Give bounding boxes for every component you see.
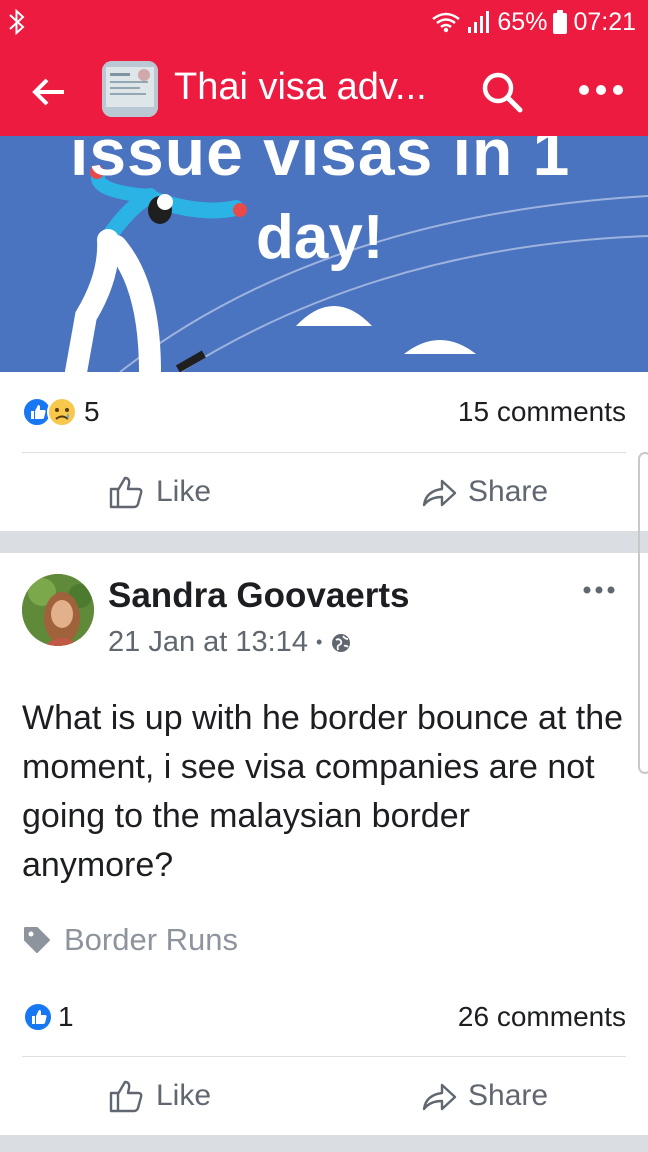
post2-like-label: Like [156,1079,212,1112]
post-banner-image[interactable]: issue visas in 1 day! [0,136,648,372]
wifi-icon [432,12,461,33]
bluetooth-icon [9,8,25,36]
topic-tag[interactable]: Border Runs [22,918,238,962]
author-avatar-image [22,574,94,646]
more-icon[interactable] [578,82,624,98]
post2-share-button[interactable]: Share [420,1071,548,1121]
app-bar: Thai visa adv... [0,44,648,136]
post2-reaction-count: 1 [58,1001,74,1032]
clock: 07:21 [573,7,636,36]
post-body-text: What is up with he border bounce at the … [22,699,624,884]
status-icons: 65% 07:21 [431,6,636,38]
post1-reactions[interactable]: 5 [22,392,100,432]
post1-reaction-count: 5 [84,396,100,427]
search-icon[interactable] [478,68,526,116]
feed-separator [0,531,648,553]
feed-separator [0,1135,648,1152]
visa-document-image [102,61,158,117]
post2-reactions[interactable]: 1 [22,997,74,1037]
post2-like-button[interactable]: Like [108,1071,211,1121]
like-thumb-icon [109,476,143,509]
avatar[interactable] [22,574,94,646]
scrollbar[interactable] [638,452,648,774]
post-author[interactable]: Sandra Goovaerts [108,576,410,616]
like-reaction-icon [23,1002,53,1032]
post1-like-label: Like [156,475,212,508]
back-arrow-icon[interactable] [30,72,70,112]
post1-comments-count[interactable]: 15 comments [458,396,626,428]
tag-icon [24,927,50,953]
group-cover-thumbnail[interactable] [102,61,158,117]
divider [22,452,626,453]
post2-comments-count[interactable]: 26 comments [458,1001,626,1033]
status-bar: 65% 07:21 [0,0,648,44]
group-title: Thai visa adv... [174,66,427,108]
battery-percent: 65% [497,7,548,36]
post-timestamp[interactable]: 21 Jan at 13:14 [108,626,308,659]
battery-icon [553,10,568,34]
divider [22,1056,626,1057]
post-more-icon[interactable] [582,584,616,596]
post1-share-label: Share [468,475,549,508]
post2-share-label: Share [468,1079,549,1112]
post-meta: 21 Jan at 13:14 • [108,626,352,659]
globe-icon [332,633,351,652]
share-arrow-icon [422,479,457,507]
like-thumb-icon [109,1080,143,1113]
banner-text-line1: issue visas in 1 [70,136,571,189]
signal-icon [468,11,490,33]
topic-tag-label: Border Runs [64,922,239,957]
post1-like-button[interactable]: Like [108,467,211,517]
meta-dot: • [315,632,323,652]
post1-share-button[interactable]: Share [420,467,548,517]
like-sad-reaction-icons [22,397,77,427]
banner-text-line2: day! [256,203,384,272]
share-arrow-icon [422,1083,457,1111]
